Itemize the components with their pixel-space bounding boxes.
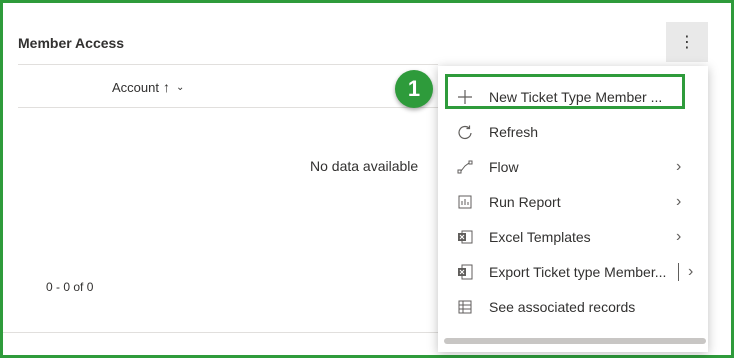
chevron-right-icon: ›	[676, 157, 682, 175]
column-header-account[interactable]: Account ↑ ⌄	[112, 79, 184, 95]
more-commands-button[interactable]: ⋮	[666, 22, 708, 62]
callout-step-badge: 1	[395, 70, 433, 108]
menu-item-label: Export Ticket type Member...	[489, 263, 667, 280]
report-icon	[456, 193, 474, 211]
menu-item-refresh[interactable]: Refresh	[438, 114, 708, 149]
plus-icon	[456, 88, 474, 106]
menu-item-label: New Ticket Type Member ...	[489, 88, 663, 105]
column-header-divider	[18, 107, 438, 108]
panel-title: Member Access	[18, 35, 125, 51]
chevron-right-icon: ›	[676, 192, 682, 210]
menu-item-run-report[interactable]: Run Report ›	[438, 184, 708, 219]
chevron-right-icon: ›	[676, 227, 682, 245]
commands-overflow-menu: New Ticket Type Member ... Refresh Flow …	[438, 66, 708, 352]
sort-ascending-icon: ↑	[162, 79, 170, 95]
pagination-status: 0 - 0 of 0	[46, 280, 94, 294]
menu-item-label: Refresh	[489, 123, 539, 140]
associated-records-icon	[456, 298, 474, 316]
menu-item-excel-templates[interactable]: Excel Templates ›	[438, 219, 708, 254]
menu-item-label: Run Report	[489, 193, 561, 210]
menu-item-new-ticket-type-member[interactable]: New Ticket Type Member ...	[438, 79, 708, 114]
menu-item-label: Excel Templates	[489, 228, 591, 245]
refresh-icon	[456, 123, 474, 141]
excel-icon	[456, 228, 474, 246]
menu-item-flow[interactable]: Flow ›	[438, 149, 708, 184]
menu-item-see-associated-records[interactable]: See associated records	[438, 289, 708, 324]
menu-item-label: See associated records	[489, 298, 636, 315]
header-divider	[18, 64, 438, 65]
menu-item-export-ticket-type-member[interactable]: Export Ticket type Member... ›	[438, 254, 708, 289]
column-header-label: Account	[112, 79, 159, 95]
menu-horizontal-scrollbar[interactable]	[444, 338, 706, 344]
menu-item-label: Flow	[489, 158, 519, 175]
excel-export-icon	[456, 263, 474, 281]
flow-icon	[456, 158, 474, 176]
split-divider	[678, 262, 679, 281]
empty-state-text: No data available	[310, 158, 419, 174]
chevron-right-icon[interactable]: ›	[688, 263, 693, 281]
chevron-down-icon: ⌄	[175, 81, 185, 93]
footer-divider	[3, 332, 438, 333]
vertical-ellipsis-icon: ⋮	[679, 34, 695, 51]
